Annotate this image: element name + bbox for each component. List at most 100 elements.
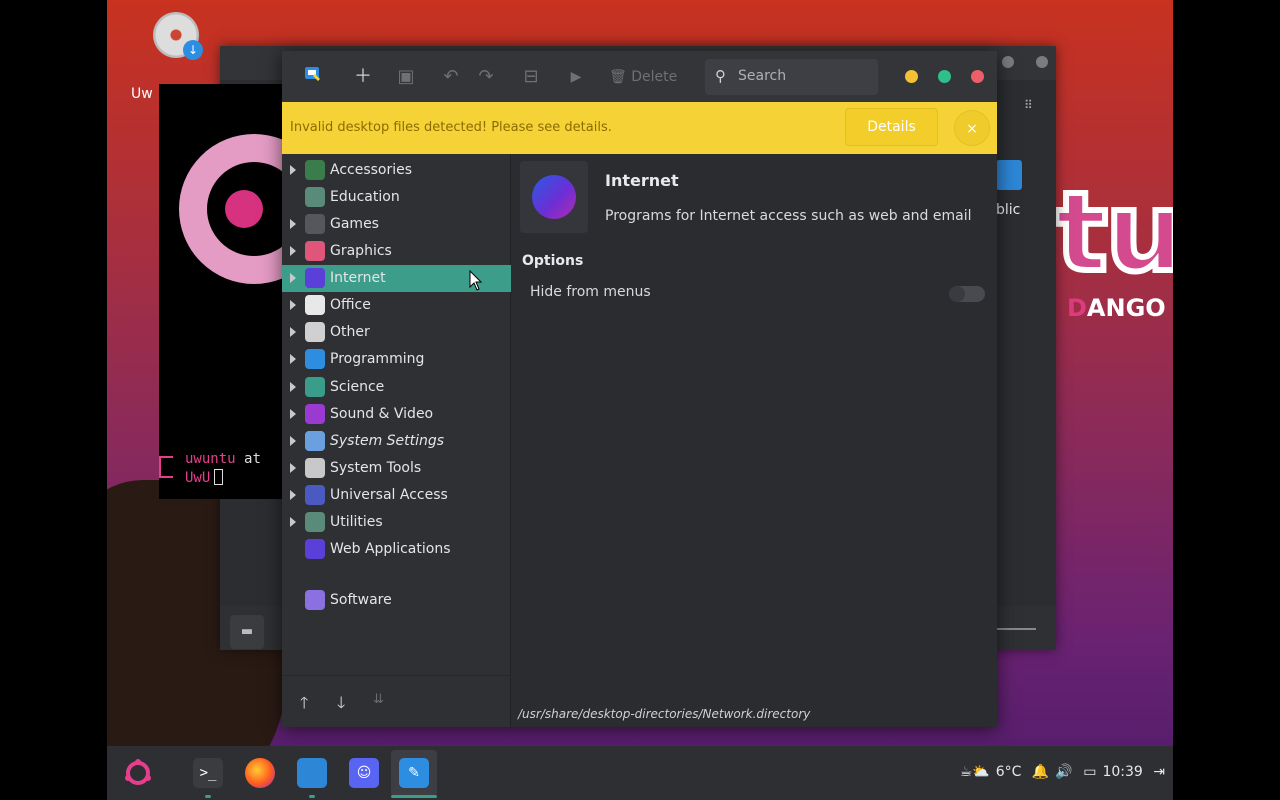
taskbar: >_ ☺ ✎ ☕⛅ 6°C 🔔 🔊 ▭ 10:39 ⇥: [107, 746, 1173, 800]
category-item[interactable]: Software: [282, 587, 511, 614]
sidebar-bottom-bar: 🡑 🡓 ⇊: [282, 675, 511, 727]
brand-sub-rest: ANGO: [1086, 294, 1166, 322]
menu-editor-window[interactable]: ＋ ▣ ↶ ↷ ⊟ ▶ 🗑 Delete ⚲ Search Invalid de…: [282, 51, 997, 727]
expand-arrow-icon[interactable]: [290, 354, 296, 364]
category-item[interactable]: Programming: [282, 346, 511, 373]
public-folder-icon[interactable]: [996, 160, 1022, 190]
category-label: Sound & Video: [330, 406, 434, 422]
universal-access-icon: [305, 485, 325, 505]
save-icon[interactable]: ▣: [395, 65, 417, 89]
hide-from-menus-toggle[interactable]: [949, 286, 985, 302]
category-label: Programming: [330, 351, 425, 367]
terminal-prompt[interactable]: uwuntu at UwU: [163, 450, 261, 488]
category-item[interactable]: Accessories: [282, 157, 511, 184]
expand-arrow-icon[interactable]: [290, 490, 296, 500]
category-item[interactable]: Web Applications: [282, 536, 511, 563]
discord-icon: ☺: [349, 758, 379, 788]
category-item[interactable]: System Tools: [282, 455, 511, 482]
graphics-icon: [305, 241, 325, 261]
minimize-button[interactable]: [905, 70, 918, 83]
toggle-knob: [949, 286, 965, 302]
undo-icon[interactable]: ↶: [440, 65, 462, 89]
system-settings-icon: [305, 431, 325, 451]
menu-editor-task[interactable]: ✎: [391, 750, 437, 798]
warning-message: Invalid desktop files detected! Please s…: [290, 120, 612, 135]
weather-icon[interactable]: ☕⛅: [960, 764, 990, 780]
category-item[interactable]: Graphics: [282, 238, 511, 265]
system-tray: ☕⛅ 6°C 🔔 🔊 ▭ 10:39 ⇥: [954, 764, 1165, 780]
other-icon: [305, 322, 325, 342]
expand-arrow-icon[interactable]: [290, 517, 296, 527]
expand-arrow-icon[interactable]: [290, 382, 296, 392]
firefox-task[interactable]: [237, 750, 283, 796]
expand-arrow-icon[interactable]: [290, 246, 296, 256]
category-sidebar: Accessories Education Games Graphics Interne…: [282, 154, 511, 727]
expand-arrow-icon[interactable]: [290, 219, 296, 229]
category-item[interactable]: Games: [282, 211, 511, 238]
bottombar-folder-icon[interactable]: ▬: [230, 615, 264, 649]
display-icon[interactable]: ▭: [1083, 764, 1096, 780]
warning-infobar: Invalid desktop files detected! Please s…: [282, 102, 997, 154]
logout-icon[interactable]: ⇥: [1153, 764, 1165, 780]
desktop-disc-icon[interactable]: ↓: [153, 12, 203, 60]
expand-arrow-icon[interactable]: [290, 165, 296, 175]
search-icon: ⚲: [715, 67, 726, 85]
category-item[interactable]: System Settings: [282, 428, 511, 455]
expand-arrow-icon[interactable]: [290, 327, 296, 337]
expand-arrow-icon[interactable]: [290, 300, 296, 310]
bg-window-minimize-button[interactable]: [1002, 56, 1014, 68]
move-down-icon[interactable]: 🡓: [337, 692, 345, 719]
notifications-icon[interactable]: 🔔: [1032, 764, 1049, 780]
category-label: Accessories: [330, 162, 413, 178]
options-heading: Options: [522, 253, 584, 269]
category-label: Internet: [330, 270, 386, 286]
clock[interactable]: 10:39: [1102, 764, 1142, 780]
category-item[interactable]: Office: [282, 292, 511, 319]
expand-arrow-icon[interactable]: [290, 409, 296, 419]
system-tools-icon: [305, 458, 325, 478]
category-item[interactable]: Science: [282, 374, 511, 401]
category-icon-button[interactable]: [520, 161, 588, 233]
running-indicator: [205, 795, 211, 798]
run-icon[interactable]: ▶: [565, 65, 587, 89]
expand-arrow-icon[interactable]: [290, 273, 296, 283]
terminal-logo-dot: [225, 190, 263, 228]
category-item[interactable]: Utilities: [282, 509, 511, 536]
internet-icon: [305, 268, 325, 288]
infobar-close-button[interactable]: ×: [954, 110, 990, 146]
category-label: Universal Access: [330, 487, 448, 503]
discord-task[interactable]: ☺: [341, 750, 387, 796]
bg-window-close-button[interactable]: [1036, 56, 1048, 68]
terminal-cursor: [214, 469, 224, 485]
search-box[interactable]: ⚲ Search: [705, 59, 878, 95]
files-task[interactable]: [289, 750, 335, 798]
science-icon: [305, 377, 325, 397]
move-up-icon[interactable]: 🡑: [300, 692, 308, 719]
prompt-user: uwuntu: [185, 451, 236, 467]
details-button[interactable]: Details: [845, 108, 938, 146]
wallpaper-brand-text: tu: [1052, 165, 1173, 299]
delete-button[interactable]: 🗑 Delete: [609, 65, 679, 89]
category-item[interactable]: Education: [282, 184, 511, 211]
expand-arrow-icon[interactable]: [290, 463, 296, 473]
new-item-button[interactable]: ＋: [352, 65, 374, 89]
category-item[interactable]: Universal Access: [282, 482, 511, 509]
temperature[interactable]: 6°C: [996, 764, 1022, 780]
redo-icon[interactable]: ↷: [475, 65, 497, 89]
category-label: Other: [330, 324, 370, 340]
grid-view-icon[interactable]: ⠿: [1024, 98, 1033, 112]
category-item[interactable]: Sound & Video: [282, 401, 511, 428]
sort-icon[interactable]: ⇊: [373, 692, 384, 707]
software-icon: [305, 590, 325, 610]
terminal-task[interactable]: >_: [185, 750, 231, 798]
category-label: System Tools: [330, 460, 422, 476]
accessories-icon: [305, 160, 325, 180]
firefox-icon: [245, 758, 275, 788]
volume-icon[interactable]: 🔊: [1055, 764, 1072, 780]
maximize-button[interactable]: [938, 70, 951, 83]
close-window-button[interactable]: [971, 70, 984, 83]
ubuntu-menu-button[interactable]: [115, 750, 161, 796]
category-item[interactable]: Other: [282, 319, 511, 346]
expand-arrow-icon[interactable]: [290, 436, 296, 446]
revert-icon[interactable]: ⊟: [520, 65, 542, 89]
